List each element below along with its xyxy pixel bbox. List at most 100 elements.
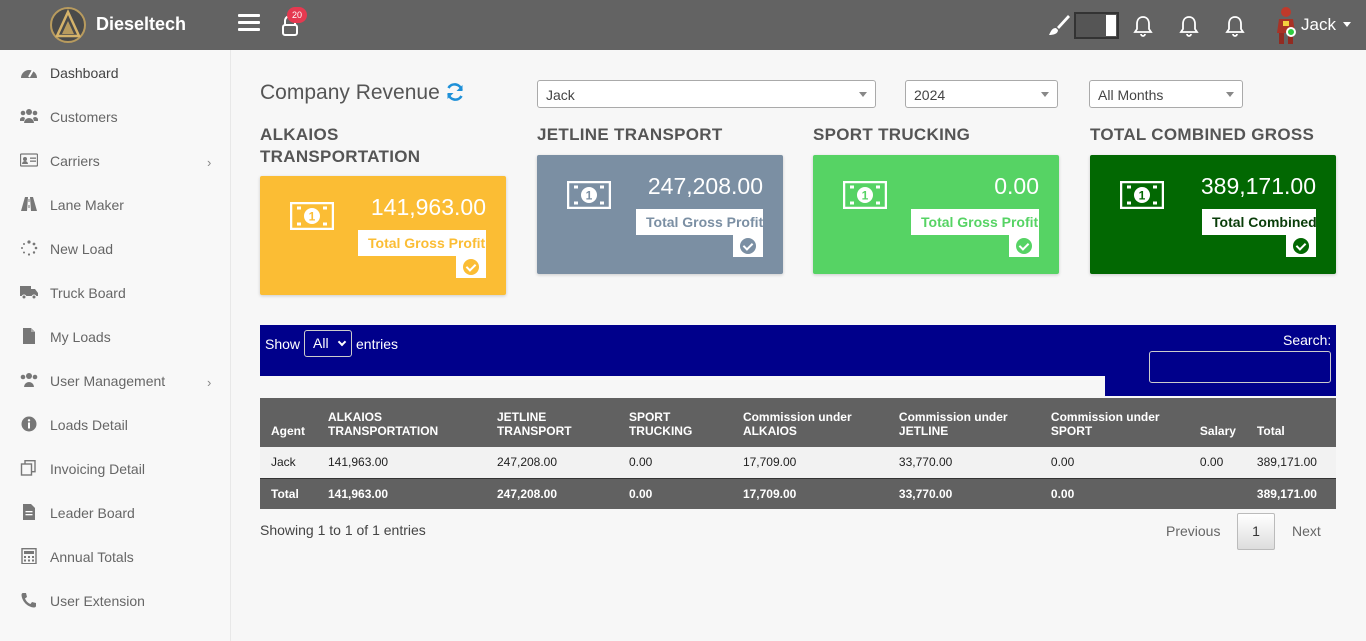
table-row: Jack 141,963.00 247,208.00 0.00 17,709.0… <box>260 447 1336 478</box>
column-header[interactable]: ALKAIOS TRANSPORTATION <box>316 398 486 447</box>
footer-cell: 247,208.00 <box>485 477 618 509</box>
search-input[interactable] <box>1149 351 1331 383</box>
truck-icon <box>20 286 38 300</box>
agent-select[interactable]: Jack <box>537 80 876 108</box>
footer-cell: 389,171.00 <box>1245 477 1336 509</box>
sidebar-item-user-management[interactable]: User Management › <box>0 358 231 402</box>
notification-count-badge: 20 <box>287 7 307 23</box>
road-icon <box>21 197 37 211</box>
chevron-right-icon: › <box>207 155 212 170</box>
footer-cell: 0.00 <box>1039 477 1189 509</box>
month-select-value: All Months <box>1098 87 1164 103</box>
year-select[interactable]: 2024 <box>905 80 1058 108</box>
footer-cell: 0.00 <box>617 477 732 509</box>
svg-text:1: 1 <box>586 189 593 203</box>
previous-page-button[interactable]: Previous <box>1166 523 1220 539</box>
bell-icon[interactable] <box>1225 15 1245 37</box>
column-header[interactable]: Commission under SPORT <box>1039 398 1189 447</box>
month-select[interactable]: All Months <box>1089 80 1243 108</box>
page-length-value: All <box>313 335 329 351</box>
sidebar-item-loads-detail[interactable]: Loads Detail <box>0 402 231 446</box>
sidebar-item-label: New Load <box>50 241 114 257</box>
sidebar-item-label: Carriers <box>50 153 100 169</box>
table-cell: 247,208.00 <box>496 455 558 470</box>
paint-brush-icon[interactable] <box>1046 13 1070 37</box>
brand-logo-icon[interactable] <box>50 7 86 43</box>
column-header[interactable]: Commission under ALKAIOS <box>731 398 888 447</box>
column-header[interactable]: Salary <box>1188 398 1246 447</box>
sidebar-item-label: My Loads <box>50 329 111 345</box>
spinner-icon <box>21 240 38 256</box>
card-title-alkaios: ALKAIOS TRANSPORTATION <box>260 125 421 166</box>
sidebar-item-leader-board[interactable]: Leader Board <box>0 490 231 534</box>
sidebar-item-dashboard[interactable]: Dashboard <box>0 50 231 94</box>
copy-icon <box>20 460 36 476</box>
menu-toggle-icon[interactable] <box>238 14 260 34</box>
check-circle-icon <box>733 235 763 257</box>
show-label: Show <box>265 336 301 352</box>
table-cell: 141,963.00 <box>327 455 389 470</box>
footer-cell: 33,770.00 <box>887 477 1040 509</box>
brand-name[interactable]: Dieseltech <box>96 14 186 35</box>
table-cell: 389,171.00 <box>1256 455 1317 470</box>
check-circle-icon <box>456 256 486 278</box>
column-header[interactable]: Total <box>1245 398 1336 447</box>
bell-icon[interactable] <box>1179 15 1199 37</box>
sidebar-item-label: Loads Detail <box>50 417 128 433</box>
check-circle-icon <box>1009 235 1039 257</box>
sidebar-item-carriers[interactable]: Carriers › <box>0 138 231 182</box>
svg-text:1: 1 <box>309 210 316 224</box>
table-cell: 0.00 <box>1199 455 1224 470</box>
card-title-sport: SPORT TRUCKING <box>813 125 971 144</box>
sidebar-item-label: Annual Totals <box>50 549 134 565</box>
next-page-button[interactable]: Next <box>1292 523 1321 539</box>
money-bill-icon: 1 <box>290 202 334 230</box>
table-cell: Jack <box>271 455 296 470</box>
calculator-icon <box>21 548 37 564</box>
column-header[interactable]: Agent <box>260 398 317 447</box>
sidebar-item-my-loads[interactable]: My Loads <box>0 314 231 358</box>
card-amount: 247,208.00 <box>647 173 763 199</box>
svg-text:1: 1 <box>862 189 869 203</box>
table-cell: 0.00 <box>628 455 653 470</box>
sidebar-item-label: User Management <box>50 373 166 389</box>
column-header[interactable]: SPORT TRUCKING <box>617 398 732 447</box>
footer-cell <box>1188 477 1246 509</box>
caret-down-icon[interactable] <box>1343 22 1351 27</box>
page-1-button[interactable]: 1 <box>1237 513 1275 550</box>
sidebar-item-user-extension[interactable]: User Extension <box>0 578 231 622</box>
sidebar-item-customers[interactable]: Customers <box>0 94 231 138</box>
sidebar-item-label: Truck Board <box>50 285 126 301</box>
sidebar-item-annual-totals[interactable]: Annual Totals <box>0 534 231 578</box>
sidebar-item-new-load[interactable]: New Load <box>0 226 231 270</box>
card-badge: Total Gross Profit <box>911 209 1039 235</box>
money-bill-icon: 1 <box>567 181 611 209</box>
column-header[interactable]: JETLINE TRANSPORT <box>485 398 618 447</box>
online-status-indicator <box>1286 27 1296 37</box>
bell-icon[interactable] <box>1133 15 1153 37</box>
id-card-icon <box>20 153 38 167</box>
revenue-table: Agent ALKAIOS TRANSPORTATION JETLINE TRA… <box>260 398 1336 509</box>
entries-label: entries <box>356 336 399 352</box>
revenue-card-sport: 1 0.00 Total Gross Profit <box>813 155 1059 274</box>
user-name[interactable]: Jack <box>1301 15 1336 35</box>
sidebar-item-truck-board[interactable]: Truck Board <box>0 270 231 314</box>
search-label: Search: <box>1283 332 1332 348</box>
page-length-select[interactable]: All <box>304 330 352 357</box>
sidebar-item-invoicing-detail[interactable]: Invoicing Detail <box>0 446 231 490</box>
check-circle-icon <box>1286 235 1316 257</box>
page-title: Company Revenue <box>260 81 440 104</box>
sidebar-item-lane-maker[interactable]: Lane Maker <box>0 182 231 226</box>
file-alt-icon <box>23 504 35 520</box>
card-amount: 141,963.00 <box>370 194 486 220</box>
sidebar-item-label: Invoicing Detail <box>50 461 145 477</box>
sidebar-item-label: Lane Maker <box>50 197 124 213</box>
refresh-icon[interactable] <box>445 82 465 102</box>
table-footer-row: Total 141,963.00 247,208.00 0.00 17,709.… <box>260 477 1336 509</box>
sidebar-item-label: Customers <box>50 109 118 125</box>
column-header[interactable]: Commission under JETLINE <box>887 398 1040 447</box>
user-avatar[interactable] <box>1274 5 1298 45</box>
users-icon <box>20 109 38 123</box>
theme-toggle[interactable] <box>1074 12 1119 39</box>
dropdown-arrow-icon <box>859 92 867 97</box>
